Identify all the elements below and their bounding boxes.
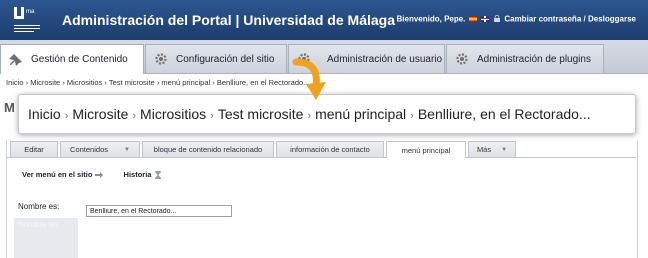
breadcrumb-separator: › [25, 78, 29, 87]
pin-icon [9, 53, 22, 66]
breadcrumb-item[interactable]: Microsite [30, 78, 60, 87]
subtab-contents[interactable]: Contenidos ▼ [60, 141, 140, 157]
subtab-label: información de contacto [290, 145, 370, 154]
subtab-label: menú principal [401, 145, 451, 155]
curved-arrow-icon [292, 58, 326, 100]
page-actions: Ver menú en el sitio Historia [22, 170, 180, 179]
subtab-related-block[interactable]: bloque de contenido relacionado [142, 141, 274, 157]
view-menu-link[interactable]: Ver menú en el sitio [22, 170, 104, 179]
tab-label: Configuración del sitio [176, 53, 275, 65]
breadcrumb-item: Benlliure, en el Rectorado... [417, 106, 591, 122]
view-menu-label: Ver menú en el sitio [22, 170, 93, 179]
subtab-main-menu[interactable]: menú principal [386, 141, 466, 158]
breadcrumb-separator: › [64, 110, 69, 122]
portal-title: Administración del Portal | Universidad … [62, 12, 395, 28]
portal-header: ma Administración del Portal | Universid… [0, 0, 648, 40]
header-separator: / [583, 14, 586, 24]
subtab-label: Más [476, 145, 492, 154]
breadcrumb-item[interactable]: Inicio [6, 78, 24, 87]
name-en-label: Nombre en: [14, 218, 78, 258]
breadcrumb-item[interactable]: Inicio [28, 106, 61, 122]
breadcrumb: Inicio › Microsite › Micrositios › Test … [6, 78, 309, 87]
chevron-down-icon: ▼ [501, 146, 508, 153]
subtab-contact-info[interactable]: información de contacto [276, 141, 384, 157]
name-es-label: Nombre es: [18, 202, 60, 211]
breadcrumb-separator: › [212, 78, 215, 87]
chevron-down-icon: ▼ [124, 146, 130, 153]
breadcrumb-item[interactable]: menú principal [315, 106, 406, 122]
breadcrumb-separator: › [410, 110, 414, 122]
breadcrumb-separator: › [307, 110, 312, 122]
svg-text:ma: ma [26, 9, 35, 15]
subtab-divider [6, 157, 636, 158]
tab-label: Administración de usuario [327, 53, 443, 65]
tab-label: Administración de plugins [477, 53, 591, 65]
tab-content-management[interactable]: Gestión de Contenido [0, 44, 144, 74]
subtab-label: Contenidos [70, 145, 108, 154]
welcome-text: Bienvenido, Pepe. [396, 14, 466, 24]
breadcrumb-item[interactable]: Micrositios [67, 78, 102, 87]
page-heading: M [4, 100, 15, 115]
english-flag-icon[interactable] [480, 15, 489, 22]
name-es-input[interactable] [86, 205, 232, 217]
breadcrumb-separator: › [132, 110, 137, 122]
tab-site-configuration[interactable]: Configuración del sitio [145, 44, 287, 73]
logout-link[interactable]: Desloggarse [588, 14, 636, 23]
lock-icon [494, 15, 501, 23]
breadcrumb-item[interactable]: menú principal [161, 78, 210, 87]
breadcrumb-item[interactable]: Test microsite [218, 106, 304, 122]
tab-plugin-administration[interactable]: Administración de plugins [446, 44, 604, 73]
change-password-link[interactable]: Cambiar contraseña [504, 14, 581, 23]
breadcrumb-separator: › [156, 78, 160, 87]
tab-label: Gestión de Contenido [31, 54, 128, 65]
university-logo[interactable]: ma [12, 5, 46, 36]
breadcrumb-separator: › [104, 78, 107, 87]
subtab-label: bloque de contenido relacionado [153, 145, 263, 154]
history-link[interactable]: Historia [124, 170, 163, 179]
user-menu: Bienvenido, Pepe. Cambiar contraseña / D… [397, 14, 637, 23]
breadcrumb-item[interactable]: Microsite [72, 106, 128, 122]
arrow-right-icon [95, 171, 104, 178]
spanish-flag-icon[interactable] [468, 15, 477, 22]
hourglass-icon [155, 170, 162, 179]
subtab-more[interactable]: Más ▼ [468, 141, 516, 157]
history-label: Historia [123, 170, 152, 179]
subtab-label: Editar [24, 145, 44, 154]
subtab-edit[interactable]: Editar [10, 141, 58, 157]
breadcrumb-zoomed: Inicio › Microsite › Micrositios › Test micros… [28, 106, 591, 122]
gear-icon [456, 53, 468, 65]
breadcrumb-separator: › [62, 78, 65, 87]
breadcrumb-item[interactable]: Test microsite [109, 78, 155, 87]
breadcrumb-item[interactable]: Micrositios [140, 106, 206, 122]
breadcrumb-separator: › [210, 110, 214, 122]
gear-icon [155, 53, 167, 65]
